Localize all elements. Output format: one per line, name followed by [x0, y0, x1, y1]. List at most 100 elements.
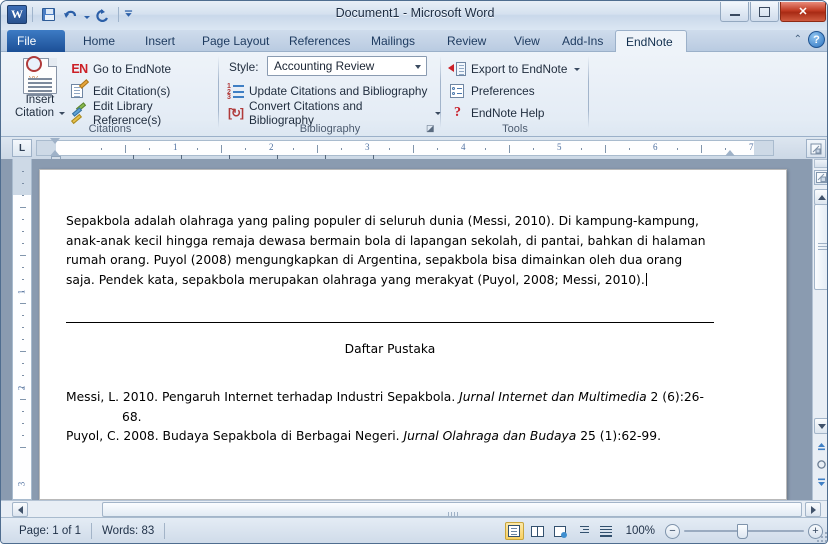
tab-page-layout[interactable]: Page Layout [192, 30, 279, 52]
ruler-number-4: 4 [461, 142, 466, 152]
zoom-level-label[interactable]: 100% [626, 525, 655, 537]
document-paragraph[interactable]: Sepakbola adalah olahraga yang paling po… [66, 212, 714, 290]
status-bar: Page: 1 of 1 Words: 83 100% − + [1, 517, 827, 543]
vruler-number-1: 1 [16, 289, 27, 295]
group-label-citations: Citations [88, 123, 132, 135]
vertical-scroll-thumb[interactable] [814, 204, 827, 290]
bibliography-entry-prefix: Messi, L. 2010. Pengaruh Internet terhad… [66, 390, 460, 404]
scroll-down-button[interactable] [814, 418, 827, 434]
horizontal-ruler[interactable]: 1 2 3 4 5 6 7 [36, 140, 774, 156]
next-page-icon[interactable] [814, 474, 827, 490]
help-question-icon[interactable]: ? [808, 31, 825, 48]
ribbon-endnote: 〰 Insert Citation EN Go to EndNote Edit … [1, 52, 827, 137]
scroll-left-button[interactable] [12, 502, 28, 517]
convert-bibliography-icon: [↻] [227, 106, 244, 120]
scroll-right-button[interactable] [805, 502, 821, 517]
bibliography-entry-prefix: Puyol, C. 2008. Budaya Sepakbola di Berb… [66, 429, 404, 444]
bibliography-entry: Puyol, C. 2008. Budaya Sepakbola di Berb… [66, 427, 714, 447]
collapse-ribbon-icon[interactable]: ⌃ [794, 34, 802, 45]
draft-view-button[interactable] [597, 522, 616, 540]
previous-page-icon[interactable] [814, 438, 827, 454]
document-page[interactable]: Sepakbola adalah olahraga yang paling po… [39, 169, 787, 500]
full-screen-reading-view-button[interactable] [528, 522, 547, 540]
outline-view-button[interactable] [574, 522, 593, 540]
ribbon-group-bibliography: Style: Accounting Review 1 2 3 Update Ci… [219, 52, 441, 137]
ruler-number-7: 7 [749, 142, 754, 152]
edit-citations-button[interactable]: Edit Citation(s) [71, 78, 170, 101]
tab-view[interactable]: View [504, 30, 550, 52]
horizontal-scroll-thumb[interactable] [102, 502, 802, 520]
horizontal-scrollbar[interactable] [1, 500, 827, 520]
tab-references[interactable]: References [279, 30, 360, 52]
export-to-endnote-icon [448, 61, 466, 78]
select-browse-object-icon[interactable] [814, 170, 827, 185]
endnote-help-button[interactable]: ? EndNote Help [449, 103, 544, 123]
ruler-number-5: 5 [557, 142, 562, 152]
vertical-scrollbar[interactable] [812, 159, 827, 500]
maximize-button[interactable] [750, 2, 779, 22]
insert-citation-dropdown-icon[interactable] [59, 112, 65, 115]
document-workspace: 1 2 3 Sepakbola adalah olahraga yang pal… [1, 159, 827, 500]
export-to-endnote-button[interactable]: Export to EndNote [448, 59, 581, 79]
zoom-slider[interactable] [684, 523, 804, 539]
bibliography-list[interactable]: Messi, L. 2010. Pengaruh Internet terhad… [66, 388, 714, 447]
style-combobox[interactable]: Accounting Review [267, 56, 427, 76]
outline-icon [577, 525, 590, 537]
tab-review[interactable]: Review [437, 30, 496, 52]
preferences-button[interactable]: Preferences [449, 81, 535, 101]
ruler-number-3: 3 [365, 142, 370, 152]
edit-library-references-button[interactable]: Edit Library Reference(s) [71, 99, 219, 127]
vertical-ruler[interactable]: 1 2 3 [12, 159, 32, 500]
insert-citation-button[interactable]: 〰 Insert Citation [9, 56, 71, 122]
select-browse-object-button[interactable] [814, 456, 827, 472]
resize-grip[interactable] [817, 532, 827, 542]
tab-file[interactable]: File [7, 30, 65, 52]
text-cursor [645, 272, 647, 286]
right-margin-area [754, 141, 773, 155]
page-indicator[interactable]: Page: 1 of 1 [9, 522, 91, 540]
word-count-indicator[interactable]: Words: 83 [92, 522, 164, 540]
export-to-endnote-label: Export to EndNote [471, 62, 568, 76]
vruler-number-3: 3 [16, 481, 27, 487]
tab-endnote[interactable]: EndNote [615, 30, 687, 53]
endnote-help-label: EndNote Help [471, 106, 545, 120]
split-window-handle[interactable] [814, 159, 827, 168]
close-button[interactable]: ✕ [780, 2, 826, 22]
tab-add-ins[interactable]: Add-Ins [552, 30, 613, 52]
group-label-tools: Tools [502, 123, 528, 135]
update-citations-bibliography-button[interactable]: 1 2 3 Update Citations and Bibliography [227, 81, 427, 101]
tab-stop-selector[interactable]: L [12, 139, 32, 157]
bibliography-entry-journal: Jurnal Olahraga dan Budaya [403, 429, 577, 444]
web-layout-view-button[interactable] [551, 522, 570, 540]
status-divider-2 [164, 523, 166, 539]
edit-citation-icon [71, 78, 90, 100]
insert-citation-label-line2: Citation [15, 107, 54, 119]
ruler-number-1: 1 [173, 142, 178, 152]
minimize-button[interactable] [720, 2, 749, 22]
go-to-endnote-button[interactable]: EN Go to EndNote [71, 59, 171, 79]
ruler-row: L 1 2 3 4 5 6 7 [1, 137, 827, 161]
bibliography-heading: Daftar Pustaka [344, 342, 436, 356]
view-ruler-toggle[interactable] [806, 139, 826, 158]
web-layout-icon [554, 525, 568, 538]
convert-citations-bibliography-button[interactable]: [↻] Convert Citations and Bibliography [227, 99, 441, 127]
chevron-down-icon[interactable] [415, 65, 421, 69]
right-indent-marker[interactable] [725, 150, 735, 156]
edit-library-reference-icon [71, 101, 88, 124]
bibliography-dialog-launcher[interactable]: ◪ [426, 123, 438, 135]
zoom-slider-thumb[interactable] [737, 523, 748, 539]
tab-home[interactable]: Home [73, 30, 125, 52]
title-bar: W Document1 - Microsoft Word ✕ [1, 1, 827, 30]
scroll-up-button[interactable] [814, 189, 827, 205]
print-layout-icon [508, 525, 521, 537]
zoom-out-button[interactable]: − [665, 523, 680, 539]
help-question-icon: ? [454, 105, 461, 120]
tab-insert[interactable]: Insert [135, 30, 185, 52]
print-layout-view-button[interactable] [504, 522, 524, 540]
style-label: Style: [229, 60, 259, 74]
first-line-indent-marker[interactable] [50, 138, 60, 144]
export-to-endnote-dropdown-icon[interactable] [574, 67, 581, 71]
horizontal-separator-line [66, 322, 714, 323]
ribbon-group-tools: Export to EndNote Preferences ? EndNote … [441, 52, 589, 137]
tab-mailings[interactable]: Mailings [361, 30, 425, 52]
